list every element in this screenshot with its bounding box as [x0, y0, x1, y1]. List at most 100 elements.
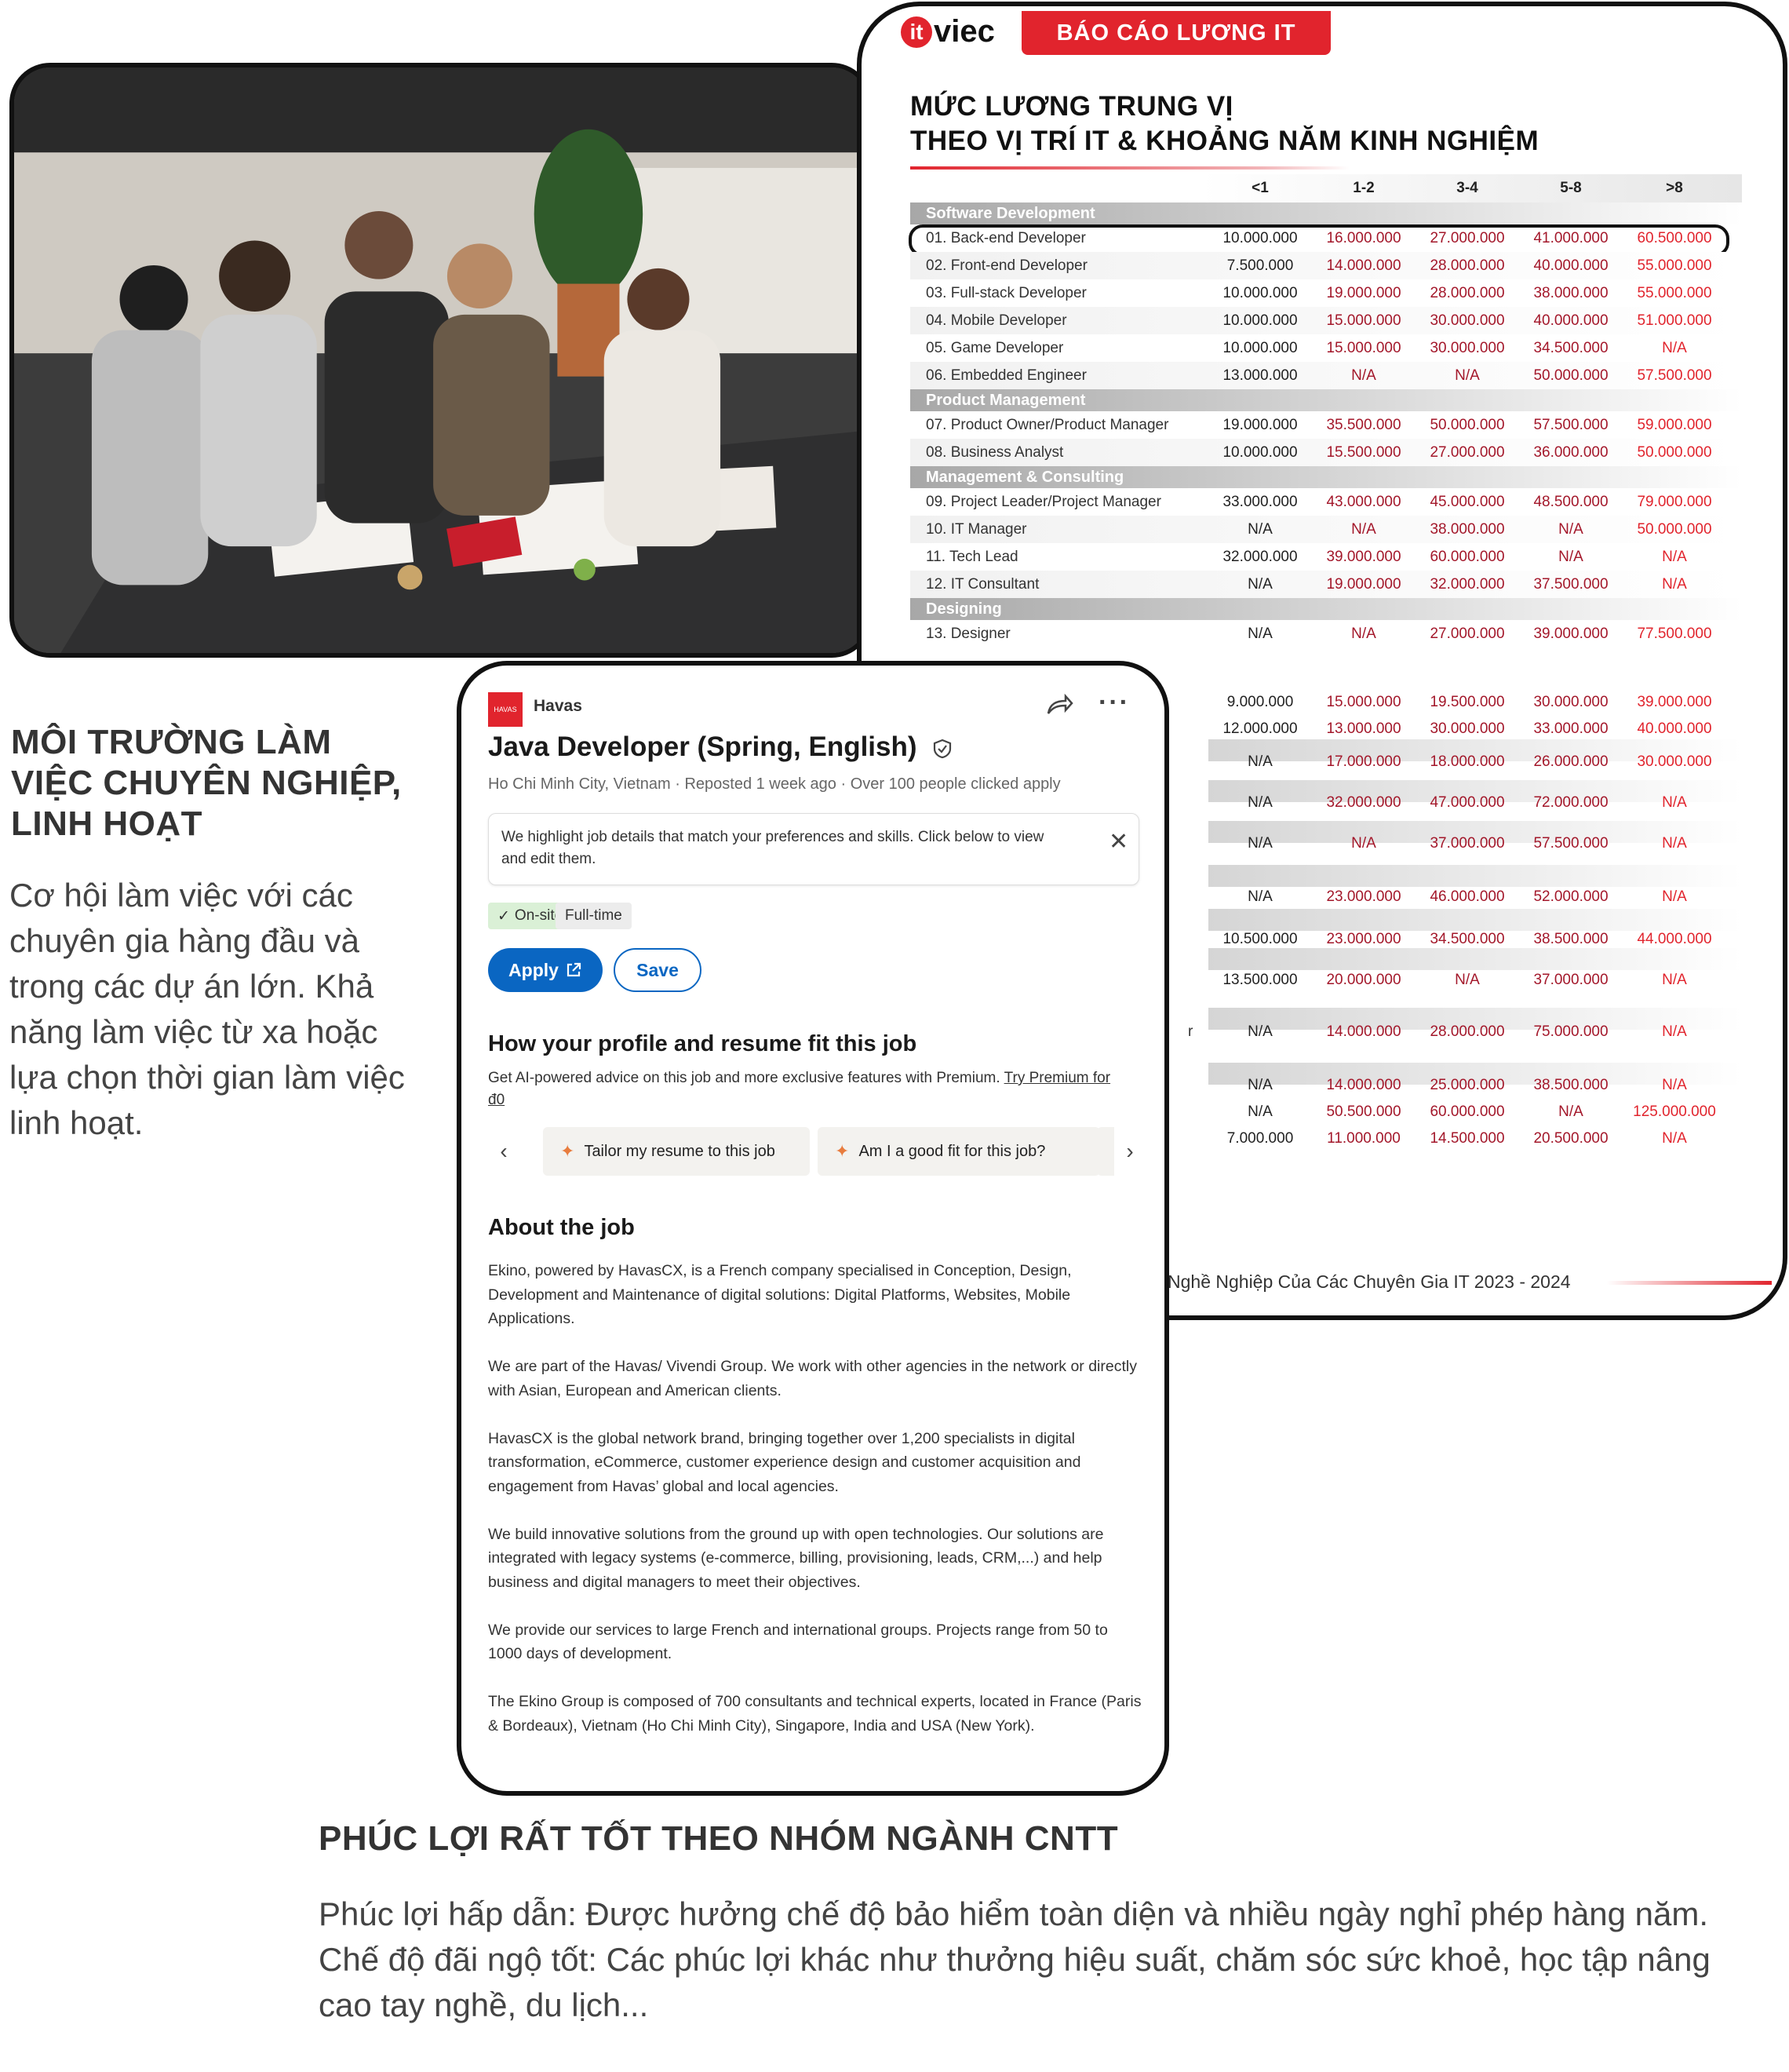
- salary-value: 30.000.000: [1533, 694, 1609, 710]
- salary-row-partial: N/A N/A 37.000.000 57.500.000 N/A: [1208, 832, 1742, 855]
- tag-fulltime[interactable]: Full-time: [556, 903, 632, 929]
- preferences-hint-box: We highlight job details that match your…: [488, 813, 1139, 885]
- column-header: >8: [1666, 180, 1683, 196]
- job-meta: Ho Chi Minh City, Vietnam · Reposted 1 w…: [488, 775, 1061, 793]
- salary-row-partial: N/A 14.000.000 28.000.000 75.000.000 N/A r: [1188, 1020, 1742, 1044]
- salary-value: N/A: [1248, 1103, 1273, 1120]
- office-team-illustration: [14, 67, 868, 653]
- salary-value: N/A: [1662, 339, 1687, 356]
- salary-value: 50.500.000: [1326, 1103, 1401, 1120]
- salary-value: 48.500.000: [1533, 493, 1609, 510]
- chevron-left-icon[interactable]: ‹: [488, 1127, 519, 1176]
- salary-value: 7.000.000: [1226, 1130, 1294, 1147]
- company-name[interactable]: Havas: [534, 697, 582, 716]
- salary-value: 28.000.000: [1430, 1023, 1505, 1040]
- salary-value: 7.500.000: [1226, 257, 1294, 274]
- salary-row-partial: N/A 32.000.000 47.000.000 72.000.000 N/A: [1208, 791, 1742, 815]
- salary-value: 38.500.000: [1533, 1077, 1609, 1093]
- salary-value: 37.000.000: [1430, 835, 1505, 852]
- more-options-icon[interactable]: ···: [1099, 688, 1130, 718]
- salary-value: 30.000.000: [1637, 753, 1712, 770]
- salary-value: 33.000.000: [1533, 720, 1609, 737]
- salary-value: 57.500.000: [1637, 367, 1712, 384]
- apply-button-label: Apply: [508, 959, 559, 980]
- salary-value: 19.000.000: [1222, 416, 1298, 433]
- salary-value: 34.500.000: [1533, 339, 1609, 356]
- salary-value: 10.000.000: [1222, 443, 1298, 461]
- salary-value: 25.000.000: [1430, 1077, 1505, 1093]
- salary-row: 13. Designer N/A N/A 27.000.000 39.000.000 77…: [910, 620, 1742, 648]
- salary-value: 55.000.000: [1637, 257, 1712, 274]
- itviec-logo: it viec: [901, 14, 995, 49]
- salary-value: 40.000.000: [1533, 312, 1609, 329]
- salary-value: 9.000.000: [1226, 694, 1294, 710]
- salary-value: 125.000.000: [1633, 1103, 1716, 1120]
- benefits-line-2: Chế độ đãi ngộ tốt: Các phúc lợi khác nh…: [319, 1941, 1711, 2023]
- salary-value: 77.500.000: [1637, 625, 1712, 642]
- salary-value: 30.000.000: [1430, 339, 1505, 356]
- report-banner: BÁO CÁO LƯƠNG IT: [1022, 11, 1331, 55]
- salary-value: 15.000.000: [1326, 312, 1401, 329]
- report-title-line1: MỨC LƯƠNG TRUNG VỊ: [910, 91, 1233, 122]
- column-header: 5-8: [1560, 180, 1582, 196]
- salary-value: 13.000.000: [1326, 720, 1401, 737]
- salary-value: 72.000.000: [1533, 794, 1609, 811]
- share-icon[interactable]: [1045, 691, 1073, 724]
- salary-value: 52.000.000: [1533, 888, 1609, 905]
- role-label: 09. Project Leader/Project Manager: [926, 493, 1161, 510]
- salary-value: 40.000.000: [1637, 720, 1712, 737]
- salary-value: 28.000.000: [1430, 284, 1505, 301]
- salary-value: N/A: [1558, 1103, 1583, 1120]
- salary-value: 35.500.000: [1326, 416, 1401, 433]
- havas-logo[interactable]: HAVAS: [488, 692, 523, 727]
- salary-value: 11.000.000: [1327, 1130, 1401, 1147]
- salary-value: N/A: [1248, 753, 1273, 770]
- team-photo: [9, 63, 873, 658]
- salary-value: 38.500.000: [1533, 931, 1609, 947]
- salary-value: 26.000.000: [1533, 753, 1609, 770]
- verified-shield-icon: [934, 739, 952, 758]
- column-header: 3-4: [1456, 180, 1478, 196]
- salary-value: N/A: [1662, 794, 1687, 811]
- salary-value: N/A: [1662, 1130, 1687, 1147]
- salary-value: 46.000.000: [1430, 888, 1505, 905]
- salary-row: 08. Business Analyst 10.000.000 15.500.000…: [910, 439, 1742, 466]
- salary-row: 09. Project Leader/Project Manager 33.000…: [910, 488, 1742, 516]
- salary-value: 36.000.000: [1533, 443, 1609, 461]
- salary-value: 28.000.000: [1430, 257, 1505, 274]
- title-underline: [910, 166, 1350, 170]
- salary-value: 32.000.000: [1430, 575, 1505, 593]
- tailor-resume-label: Tailor my resume to this job: [584, 1142, 775, 1160]
- salary-value: N/A: [1558, 548, 1583, 565]
- salary-row-partial: 7.000.000 11.000.000 14.500.000 20.500.000 N…: [1208, 1127, 1742, 1151]
- sparkle-icon: ✦: [835, 1141, 850, 1161]
- salary-value: 39.000.000: [1326, 548, 1401, 565]
- salary-value: 59.000.000: [1637, 416, 1712, 433]
- report-title-line2: THEO VỊ TRÍ IT & KHOẢNG NĂM KINH NGHIỆM: [910, 126, 1539, 156]
- tailor-resume-chip[interactable]: ✦ Tailor my resume to this job: [543, 1127, 810, 1176]
- good-fit-chip[interactable]: ✦ Am I a good fit for this job?: [818, 1127, 1100, 1176]
- salary-value: 79.000.000: [1637, 493, 1712, 510]
- profile-fit-heading: How your profile and resume fit this job: [488, 1031, 917, 1056]
- salary-value: N/A: [1248, 520, 1273, 538]
- apply-button[interactable]: Apply: [488, 948, 603, 992]
- salary-value: 75.000.000: [1533, 1023, 1609, 1040]
- job-posting-card: HAVAS Havas ··· Java Developer (Spring, …: [457, 661, 1169, 1796]
- salary-value: 14.000.000: [1326, 1077, 1401, 1093]
- salary-value: N/A: [1662, 548, 1687, 565]
- close-icon[interactable]: ✕: [1109, 828, 1128, 855]
- salary-value: N/A: [1662, 1077, 1687, 1093]
- salary-row-partial: 13.500.000 20.000.000 N/A 37.000.000 N/A: [1208, 969, 1742, 992]
- salary-value: N/A: [1455, 972, 1480, 988]
- salary-value: 60.000.000: [1430, 548, 1505, 565]
- salary-value: 33.000.000: [1222, 493, 1298, 510]
- salary-value: 19.000.000: [1326, 575, 1401, 593]
- salary-value: 15.500.000: [1326, 443, 1401, 461]
- salary-value: 38.000.000: [1430, 520, 1505, 538]
- chevron-right-icon[interactable]: ›: [1114, 1127, 1146, 1176]
- benefits-body: Phúc lợi hấp dẫn: Được hưởng chế độ bảo …: [319, 1891, 1754, 2028]
- salary-value: 14.000.000: [1326, 257, 1401, 274]
- salary-row: 07. Product Owner/Product Manager 19.000.…: [910, 411, 1742, 439]
- role-label: 12. IT Consultant: [926, 575, 1040, 593]
- save-button[interactable]: Save: [614, 948, 701, 992]
